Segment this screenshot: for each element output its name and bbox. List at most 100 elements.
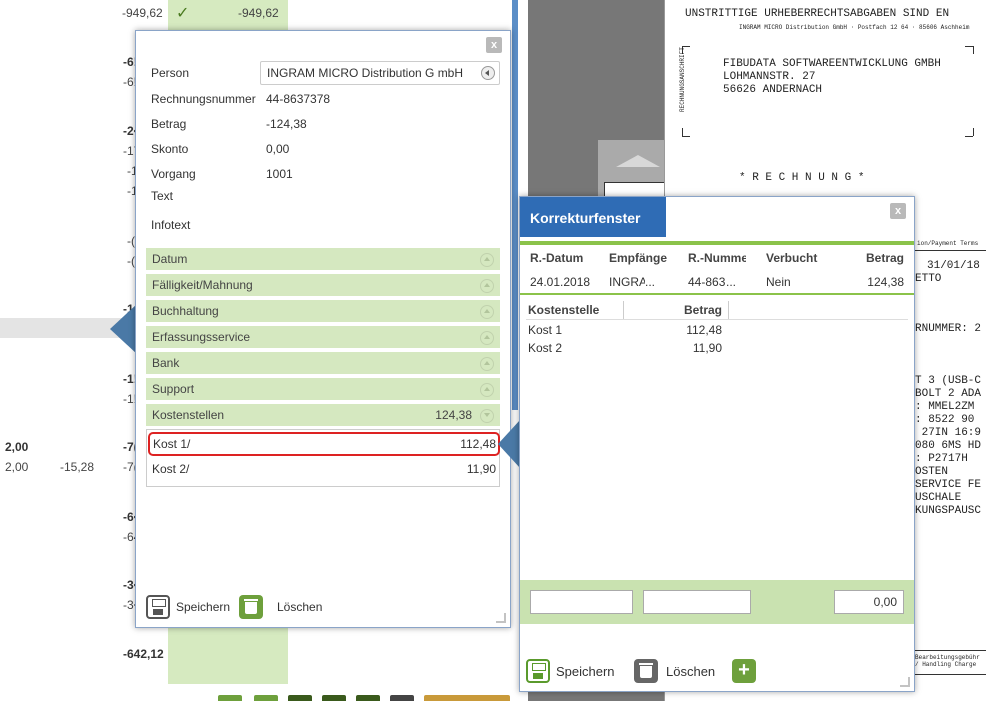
save-button[interactable]: Speichern: [146, 595, 230, 619]
pointer-arrow: [498, 420, 520, 468]
toolbar-icon[interactable]: [390, 695, 414, 701]
discount-value[interactable]: 0,00: [266, 142, 289, 156]
cost-center-amount: 112,48: [460, 437, 496, 451]
cost-center-row-selected[interactable]: Kost 1/ 112,48: [148, 432, 500, 456]
close-icon[interactable]: x: [890, 203, 906, 219]
section-support[interactable]: Support: [146, 378, 500, 402]
pane-splitter[interactable]: [512, 0, 518, 410]
section-bank[interactable]: Bank: [146, 352, 500, 376]
doc-text: KUNGSPAUSC: [915, 505, 982, 517]
save-label: Speichern: [556, 663, 615, 679]
section-erfassungsservice[interactable]: Erfassungsservice: [146, 326, 500, 350]
section-buchhaltung[interactable]: Buchhaltung: [146, 300, 500, 324]
delete-label: Löschen: [277, 600, 323, 614]
doc-corner: [973, 128, 974, 136]
save-icon: [146, 595, 170, 619]
section-datum[interactable]: Datum: [146, 248, 500, 272]
chevron-up-icon[interactable]: [480, 305, 494, 319]
chevron-left-icon[interactable]: [481, 66, 495, 80]
bg-amount: -15,28: [60, 460, 95, 474]
cost-row-name[interactable]: Kost 1: [528, 323, 562, 337]
total-field[interactable]: 0,00: [834, 590, 904, 614]
cost-center-row[interactable]: Kost 2/ 11,90: [148, 457, 500, 481]
chevron-down-icon[interactable]: [480, 409, 494, 423]
section-label: Erfassungsservice: [152, 330, 251, 344]
cost-center-amount: 11,90: [466, 462, 496, 476]
doc-text: BOLT 2 ADA: [915, 388, 982, 400]
chevron-up-icon[interactable]: [480, 279, 494, 293]
delete-button[interactable]: Löschen: [634, 659, 715, 683]
col-header-date[interactable]: R.-Datum: [530, 251, 604, 265]
doc-text: 080 6MS HD: [915, 440, 982, 452]
toolbar-icon[interactable]: [424, 695, 510, 701]
chevron-up-icon[interactable]: [480, 383, 494, 397]
invoice-amount[interactable]: 124,38: [840, 275, 904, 289]
input-band: 0,00: [520, 580, 914, 624]
invoice-date[interactable]: 24.01.2018: [530, 275, 604, 289]
cost-row-amount[interactable]: 11,90: [660, 341, 722, 355]
doc-text: 31/01/18: [927, 260, 980, 272]
trash-icon: [239, 595, 263, 619]
chevron-up-icon[interactable]: [480, 357, 494, 371]
toolbar-icon[interactable]: [356, 695, 380, 701]
col-header-cost-amount[interactable]: Betrag: [660, 303, 722, 317]
pointer-arrow: [110, 303, 138, 355]
amount-value[interactable]: -124,38: [266, 117, 307, 131]
invoice-number[interactable]: 44-8637378: [688, 275, 726, 289]
bg-amount: 2,00: [5, 440, 29, 454]
doc-text: RECHNUNGSANSCHRIFT: [679, 47, 686, 112]
invoice-booked[interactable]: Nein: [766, 275, 830, 289]
section-label: Support: [152, 382, 195, 396]
discount-label: Skonto: [151, 142, 189, 156]
delete-button[interactable]: Löschen: [239, 595, 322, 619]
resize-handle[interactable]: [900, 677, 910, 687]
cost-center-input[interactable]: [530, 590, 633, 614]
doc-text: OSTEN: [915, 466, 949, 478]
doc-text: : 8522 90: [915, 414, 975, 426]
check-icon[interactable]: ✓: [176, 3, 189, 23]
chevron-up-icon[interactable]: [480, 253, 494, 267]
doc-title: * R E C H N U N G *: [739, 172, 865, 184]
toolbar-icon[interactable]: [288, 695, 312, 701]
col-header-recipient[interactable]: Empfänger: [609, 251, 667, 265]
cost-row-name[interactable]: Kost 2: [528, 341, 562, 355]
dialog-title: Korrekturfenster: [520, 197, 666, 237]
chevron-up-icon[interactable]: [480, 331, 494, 345]
person-detail-dialog: x Person INGRAM MICRO Distribution G mbH…: [135, 30, 511, 628]
doc-text: UNSTRITTIGE URHEBERRECHTSABGABEN SIND EN: [685, 8, 950, 20]
col-header-invoice-number[interactable]: R.-Nummer: [688, 251, 746, 265]
doc-corner: [965, 46, 973, 47]
doc-corner: [682, 136, 690, 137]
trash-icon: [634, 659, 658, 683]
plus-icon: +: [732, 659, 756, 683]
ellipsis-text: ...: [726, 275, 737, 289]
bg-amount: -949,62: [238, 6, 279, 20]
section-kostenstellen[interactable]: Kostenstellen 124,38: [146, 404, 500, 428]
amount-input[interactable]: [643, 590, 751, 614]
doc-text: LOHMANNSTR. 27: [723, 71, 816, 83]
process-value[interactable]: 1001: [266, 167, 293, 181]
section-faelligkeit[interactable]: Fälligkeit/Mahnung: [146, 274, 500, 298]
col-header-amount[interactable]: Betrag: [840, 251, 904, 265]
person-select[interactable]: INGRAM MICRO Distribution G mbH: [260, 61, 500, 85]
add-button[interactable]: +: [732, 659, 756, 683]
amount-label: Betrag: [151, 117, 187, 131]
resize-handle[interactable]: [496, 613, 506, 623]
checked-column-bottom: [168, 628, 288, 684]
toolbar-icon[interactable]: [322, 695, 346, 701]
close-icon[interactable]: x: [486, 37, 502, 53]
cost-row-amount[interactable]: 112,48: [660, 323, 722, 337]
doc-corner: [973, 46, 974, 54]
save-button[interactable]: Speichern: [526, 659, 615, 683]
col-header-cost-center[interactable]: Kostenstelle: [528, 303, 599, 317]
toolbar-icon[interactable]: [218, 695, 242, 701]
col-header-booked[interactable]: Verbucht: [766, 251, 830, 265]
bg-amount: 2,00: [5, 460, 29, 474]
save-label: Speichern: [176, 600, 231, 614]
doc-rule: [915, 650, 986, 651]
toolbar-icon[interactable]: [254, 695, 278, 701]
column-separator: [623, 301, 624, 319]
invoice-number-value[interactable]: 44-8637378: [266, 92, 330, 106]
invoice-recipient[interactable]: INGRAM MICRO: [609, 275, 645, 289]
invoice-number-label: Rechnungsnummer: [151, 92, 256, 106]
